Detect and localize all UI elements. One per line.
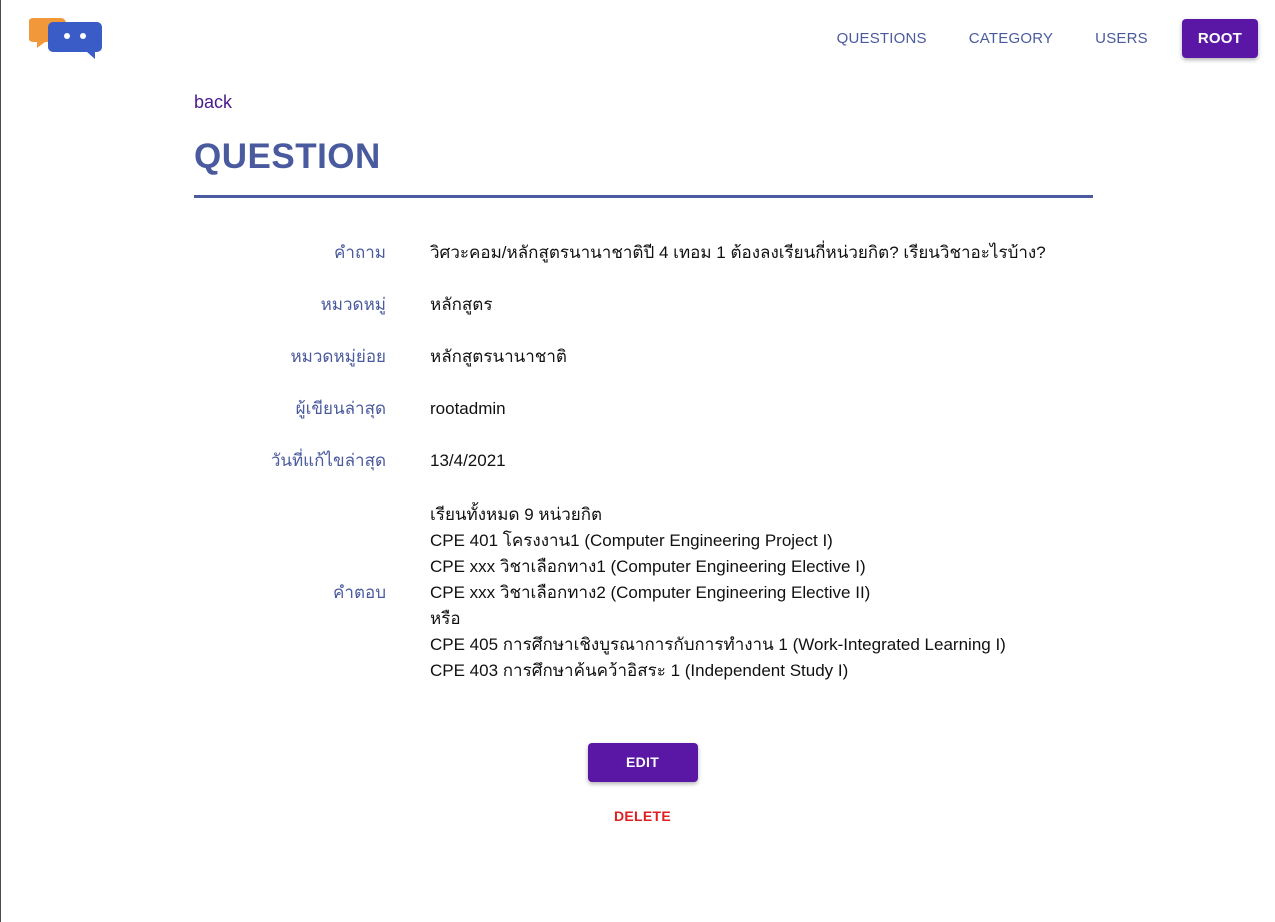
- field-value: rootadmin: [430, 399, 506, 418]
- field-label: คำตอบ: [333, 583, 386, 602]
- answer-line: CPE 405 การศึกษาเชิงบูรณาการกับการทำงาน …: [430, 635, 1006, 654]
- detail-fields: คำถาม วิศวะคอม/หลักสูตรนานาชาติปี 4 เทอม…: [194, 242, 1093, 684]
- answer-line: CPE xxx วิชาเลือกทาง2 (Computer Engineer…: [430, 583, 871, 602]
- nav-root[interactable]: ROOT: [1181, 19, 1258, 58]
- nav-category[interactable]: CATEGORY: [953, 19, 1069, 58]
- page-title: QUESTION: [194, 137, 381, 176]
- field-label: ผู้เขียนล่าสุด: [295, 399, 386, 418]
- field-label: คำถาม: [334, 243, 386, 262]
- nav-questions[interactable]: QUESTIONS: [821, 19, 943, 58]
- field-value: หลักสูตรนานาชาติ: [430, 347, 567, 366]
- action-buttons: EDIT DELETE: [1, 743, 1275, 824]
- answer-line: CPE xxx วิชาเลือกทาง1 (Computer Engineer…: [430, 557, 866, 576]
- logo-eye-right: [80, 33, 86, 39]
- back-link[interactable]: back: [194, 92, 232, 113]
- field-last-author: ผู้เขียนล่าสุด rootadmin: [194, 398, 1093, 420]
- delete-button[interactable]: DELETE: [593, 808, 693, 824]
- field-label: หมวดหมู่: [320, 295, 386, 314]
- field-answer: คำตอบ เรียนทั้งหมด 9 หน่วยกิต CPE 401 โค…: [194, 502, 1093, 684]
- edit-button[interactable]: EDIT: [587, 743, 698, 782]
- answer-line: CPE 403 การศึกษาค้นคว้าอิสระ 1 (Independ…: [430, 661, 849, 680]
- answer-line: เรียนทั้งหมด 9 หน่วยกิต: [430, 505, 603, 524]
- logo-eye-left: [64, 33, 70, 39]
- field-value: 13/4/2021: [430, 451, 506, 470]
- field-subcategory: หมวดหมู่ย่อย หลักสูตรนานาชาติ: [194, 346, 1093, 368]
- title-divider: [194, 195, 1093, 198]
- field-label: หมวดหมู่ย่อย: [290, 347, 386, 366]
- answer-text: เรียนทั้งหมด 9 หน่วยกิต CPE 401 โครงงาน1…: [430, 502, 1006, 684]
- chat-bubbles-logo-icon[interactable]: [28, 15, 105, 61]
- field-value: วิศวะคอม/หลักสูตรนานาชาติปี 4 เทอม 1 ต้อ…: [430, 243, 1046, 262]
- nav-users[interactable]: USERS: [1079, 19, 1164, 58]
- answer-line: หรือ: [430, 609, 461, 628]
- field-last-edited: วันที่แก้ไขล่าสุด 13/4/2021: [194, 450, 1093, 472]
- field-question: คำถาม วิศวะคอม/หลักสูตรนานาชาติปี 4 เทอม…: [194, 242, 1093, 264]
- logo-blue-bubble: [48, 22, 102, 59]
- field-label: วันที่แก้ไขล่าสุด: [270, 451, 386, 470]
- app-frame: QUESTIONS CATEGORY USERS ROOT back QUEST…: [0, 0, 1275, 922]
- field-category: หมวดหมู่ หลักสูตร: [194, 294, 1093, 316]
- answer-line: CPE 401 โครงงาน1 (Computer Engineering P…: [430, 531, 833, 550]
- top-nav: QUESTIONS CATEGORY USERS ROOT: [811, 19, 1258, 58]
- question-detail: back QUESTION คำถาม วิศวะคอม/หลักสูตรนาน…: [194, 92, 1093, 714]
- field-value: หลักสูตร: [430, 295, 493, 314]
